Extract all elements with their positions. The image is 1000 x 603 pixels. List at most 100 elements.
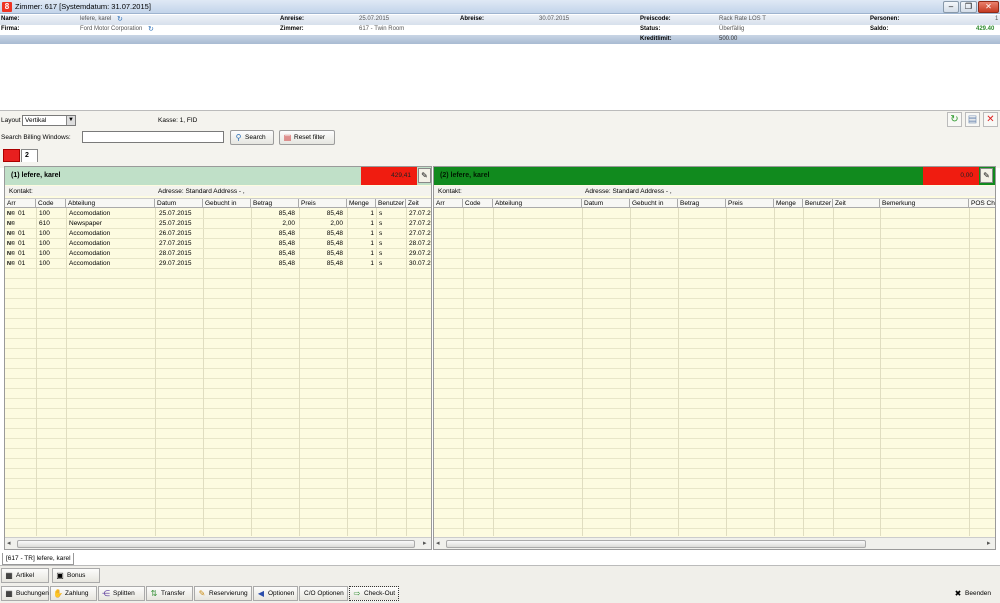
scroll-right-icon[interactable]: ▸	[987, 539, 991, 547]
col-gebucht-in[interactable]: Gebucht in	[630, 199, 678, 208]
table-row[interactable]: N© 01 100 Accomodation 27.07.2015 85,48 85,48 1…	[5, 239, 431, 249]
col-menge[interactable]: Menge	[774, 199, 803, 208]
cell-zeit: 27.07.2	[409, 210, 431, 217]
status-value: Überfällig	[719, 26, 745, 32]
abreise-value: 30.07.2015	[539, 16, 570, 22]
status-label: Status:	[640, 26, 661, 32]
col-zeit[interactable]: Zeit	[406, 199, 431, 208]
billing-window-1-amount: 429,41	[361, 167, 417, 185]
cell-ben: s	[379, 240, 383, 247]
check-out-button[interactable]: ⇨ Check-Out	[349, 586, 399, 601]
col-datum[interactable]: Datum	[155, 199, 203, 208]
col-benutzer[interactable]: Benutzer	[803, 199, 833, 208]
cell-code: 100	[39, 250, 50, 257]
scroll-thumb[interactable]	[446, 540, 866, 548]
layout-select[interactable]: Vertikal ▼	[22, 115, 76, 126]
bottom-tab[interactable]: [617 - TR] lefere, karel	[2, 553, 74, 565]
col-arr[interactable]: Arr	[5, 199, 36, 208]
col-abteilung[interactable]: Abteilung	[493, 199, 582, 208]
cell-zeit: 28.07.2	[409, 240, 431, 247]
billing-window-2-amount: 0,00	[923, 167, 979, 185]
splitten-button[interactable]: ⋲ Splitten	[98, 586, 145, 601]
col-datum[interactable]: Datum	[582, 199, 630, 208]
col-preis[interactable]: Preis	[299, 199, 347, 208]
col-arr[interactable]: Arr	[434, 199, 463, 208]
bookings-icon: ▦	[5, 589, 13, 598]
payment-icon: ✋	[53, 589, 63, 598]
posting-icon: N©	[7, 221, 16, 227]
options-icon: ◀	[257, 589, 265, 598]
col-code[interactable]: Code	[463, 199, 493, 208]
cell-abt: Accomodation	[69, 230, 111, 237]
col-preis[interactable]: Preis	[726, 199, 774, 208]
cell-abt: Newspaper	[69, 220, 102, 227]
search-input[interactable]	[82, 131, 224, 143]
scroll-left-icon[interactable]: ◂	[436, 539, 440, 547]
tab-1[interactable]	[3, 149, 20, 162]
billing-window-1: (1) lefere, karel 429,41 ✎ Kontakt: Adre…	[4, 166, 432, 550]
table-row[interactable]: N© 610 Newspaper 25.07.2015 2,00 2,00 1 s 27.07.…	[5, 219, 431, 229]
cell-zeit: 27.07.2	[409, 230, 431, 237]
minimize-button[interactable]: –	[943, 1, 959, 13]
col-divider	[678, 208, 679, 536]
chevron-down-icon[interactable]: ▼	[66, 116, 75, 125]
reset-filter-button[interactable]: ▤ Reset filter	[279, 130, 335, 145]
cell-preis: 85,48	[326, 210, 343, 217]
col-betrag[interactable]: Betrag	[251, 199, 299, 208]
col-zeit[interactable]: Zeit	[833, 199, 880, 208]
table-row[interactable]: N© 01 100 Accomodation 26.07.2015 85,48 85,48 1…	[5, 229, 431, 239]
search-button[interactable]: ⚲ Search	[230, 130, 274, 145]
cell-abt: Accomodation	[69, 250, 111, 257]
buchungen-button[interactable]: ▦ Buchungen	[1, 586, 49, 601]
col-betrag[interactable]: Betrag	[678, 199, 726, 208]
col-bemerkung[interactable]: Bemerkung	[880, 199, 969, 208]
refresh-icon[interactable]: ↻	[148, 25, 154, 33]
optionen-button[interactable]: ◀ Optionen	[253, 586, 298, 601]
close-icon[interactable]: ✕	[983, 112, 998, 127]
col-pos-check[interactable]: POS Che	[969, 199, 995, 208]
check-out-icon: ⇨	[353, 589, 361, 598]
kreditlimit-label: Kreditlimit:	[640, 36, 672, 42]
co-optionen-button[interactable]: C/O Optionen	[299, 586, 348, 601]
col-code[interactable]: Code	[36, 199, 66, 208]
tab-2[interactable]: 2	[21, 149, 38, 162]
transfer-button[interactable]: ⇅ Transfer	[146, 586, 193, 601]
maximize-button[interactable]: ❐	[960, 1, 977, 13]
refresh-icon[interactable]: ↻	[947, 112, 962, 127]
horizontal-scrollbar[interactable]: ◂ ▸	[434, 537, 995, 549]
zahlung-button[interactable]: ✋ Zahlung	[50, 586, 97, 601]
cell-betrag: 85,48	[278, 250, 295, 257]
document-icon[interactable]: ▤	[965, 112, 980, 127]
edit-icon[interactable]: ✎	[418, 168, 431, 183]
check-out-label: Check-Out	[364, 590, 396, 597]
refresh-icon[interactable]: ↻	[117, 15, 123, 23]
artikel-button[interactable]: ▦ Artikel	[1, 568, 49, 583]
col-abteilung[interactable]: Abteilung	[66, 199, 155, 208]
edit-icon[interactable]: ✎	[980, 168, 993, 183]
col-gebucht-in[interactable]: Gebucht in	[203, 199, 251, 208]
table-row[interactable]: N© 01 100 Accomodation 28.07.2015 85,48 85,48 1…	[5, 249, 431, 259]
col-menge[interactable]: Menge	[347, 199, 376, 208]
cell-betrag: 85,48	[278, 240, 295, 247]
scroll-right-icon[interactable]: ▸	[423, 539, 427, 547]
table-row[interactable]: N© 01 100 Accomodation 29.07.2015 85,48 85,48 1…	[5, 259, 431, 269]
col-benutzer[interactable]: Benutzer	[376, 199, 406, 208]
beenden-button[interactable]: ✖ Beenden	[950, 586, 998, 601]
cell-code: 100	[39, 230, 50, 237]
articles-icon: ▦	[5, 571, 13, 580]
horizontal-scrollbar[interactable]: ◂ ▸	[5, 537, 431, 549]
cell-abt: Accomodation	[69, 260, 111, 267]
scroll-thumb[interactable]	[17, 540, 415, 548]
name-label: Name:	[1, 16, 20, 22]
bonus-button[interactable]: ▣ Bonus	[52, 568, 100, 583]
reservierung-button[interactable]: ✎ Reservierung	[194, 586, 252, 601]
layout-label: Layout	[1, 117, 21, 124]
scroll-left-icon[interactable]: ◂	[7, 539, 11, 547]
transfer-label: Transfer	[161, 590, 185, 597]
close-window-button[interactable]: ✕	[978, 1, 999, 13]
table-row[interactable]: N© 01 100 Accomodation 25.07.2015 85,48 85,48 1…	[5, 209, 431, 219]
posting-icon: N©	[7, 241, 16, 247]
split-icon: ⋲	[102, 589, 110, 598]
abreise-label: Abreise:	[460, 16, 485, 22]
search-button-label: Search	[245, 134, 266, 141]
